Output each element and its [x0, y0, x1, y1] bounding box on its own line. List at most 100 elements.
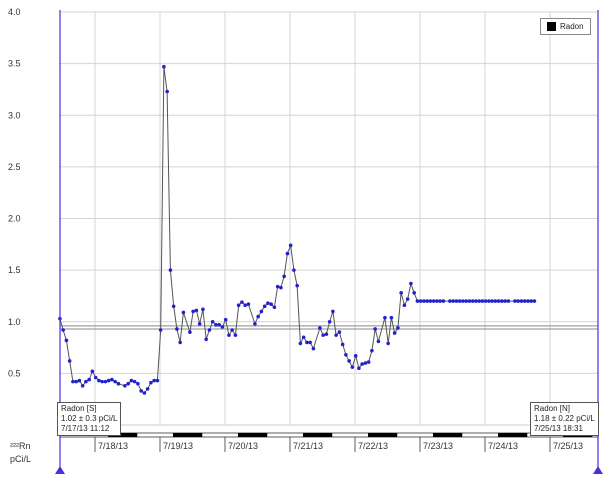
- x-axis-day-bar: [59, 432, 599, 438]
- radon-point: [350, 365, 355, 369]
- radon-point: [425, 299, 429, 303]
- radon-point: [383, 315, 387, 320]
- radon-point: [366, 360, 371, 364]
- legend-label: Radon: [560, 22, 584, 31]
- radon-point: [191, 309, 195, 314]
- radon-point: [506, 299, 511, 303]
- radon-point: [126, 381, 130, 386]
- radon-point: [80, 383, 85, 388]
- x-tick-label: 7/18/13: [98, 441, 128, 451]
- radon-point: [500, 299, 504, 303]
- radon-point: [175, 327, 179, 331]
- radon-point: [529, 299, 533, 303]
- radon-point: [149, 380, 153, 385]
- radon-point: [301, 335, 306, 340]
- readout-right-time: 7/25/13 18:31: [534, 424, 583, 433]
- radon-point: [139, 389, 143, 393]
- radon-point: [259, 309, 264, 314]
- legend-swatch: [547, 22, 556, 31]
- radon-point: [90, 369, 95, 374]
- radon-point: [110, 377, 114, 382]
- radon-point: [402, 303, 407, 308]
- radon-point: [399, 291, 403, 295]
- radon-point: [412, 291, 416, 295]
- radon-point: [422, 299, 426, 303]
- radon-point: [253, 322, 257, 326]
- radon-point: [269, 302, 273, 306]
- radon-point: [93, 375, 98, 380]
- radon-point: [113, 379, 117, 384]
- radon-point: [493, 299, 498, 303]
- radon-point: [61, 328, 65, 332]
- legend: Radon: [540, 18, 591, 35]
- radon-point: [145, 387, 150, 391]
- radon-point: [230, 328, 234, 332]
- radon-point: [331, 309, 335, 314]
- radon-point: [217, 323, 221, 327]
- radon-point: [396, 326, 400, 330]
- x-tick-label: 7/22/13: [358, 441, 388, 451]
- radon-point: [243, 303, 247, 308]
- radon-point: [461, 299, 465, 303]
- radon-point: [490, 299, 494, 303]
- radon-point: [386, 341, 390, 346]
- y-tick-label: 2.5: [8, 162, 21, 172]
- radon-point: [418, 299, 423, 303]
- radon-point: [503, 299, 507, 303]
- radon-point: [220, 325, 225, 329]
- radon-point: [477, 299, 481, 303]
- radon-point: [194, 308, 199, 313]
- radon-point: [77, 378, 82, 383]
- radon-point: [470, 299, 475, 303]
- radon-point: [246, 302, 251, 306]
- y-tick-label: 3.5: [8, 59, 21, 69]
- radon-point: [158, 328, 163, 332]
- radon-point: [334, 333, 338, 337]
- radon-point: [324, 332, 329, 336]
- radon-point: [487, 299, 491, 303]
- radon-point: [272, 305, 277, 310]
- radon-point: [279, 285, 283, 290]
- y-tick-label: 1.0: [8, 317, 21, 327]
- radon-point: [513, 299, 517, 303]
- radon-point: [318, 326, 322, 330]
- radon-point: [454, 299, 459, 303]
- readout-right-value: 1.18 ± 0.22 pCi/L: [534, 414, 595, 423]
- radon-point: [292, 268, 296, 272]
- radon-point: [337, 330, 342, 334]
- radon-point: [467, 299, 472, 303]
- x-tick-label: 7/20/13: [228, 441, 258, 451]
- radon-point: [457, 299, 462, 303]
- readout-left-value: 1.02 ± 0.3 pCi/L: [61, 414, 118, 423]
- radon-point: [214, 323, 218, 327]
- radon-point: [376, 339, 381, 344]
- day-bar-segment: [173, 433, 203, 437]
- cursor-handle-left[interactable]: [55, 466, 65, 474]
- radon-point: [295, 283, 299, 288]
- radon-point: [344, 352, 348, 357]
- radon-point: [321, 333, 325, 337]
- radon-point: [327, 319, 332, 324]
- radon-point: [103, 379, 108, 384]
- radon-point: [201, 307, 205, 312]
- radon-point: [171, 304, 176, 309]
- radon-point: [64, 338, 69, 343]
- radon-point: [178, 340, 182, 345]
- radon-point: [392, 331, 397, 335]
- day-bar-segment: [368, 433, 398, 437]
- radon-point: [155, 378, 160, 383]
- cursor-handle-right[interactable]: [593, 466, 603, 474]
- radon-point: [165, 89, 169, 94]
- y-tick-label: 0.5: [8, 368, 21, 378]
- radon-point: [451, 299, 455, 303]
- radon-point: [168, 268, 173, 272]
- radon-point: [288, 243, 293, 248]
- radon-point: [496, 299, 501, 303]
- x-tick-label: 7/21/13: [293, 441, 323, 451]
- radon-point: [311, 346, 316, 351]
- radon-point: [448, 299, 452, 303]
- radon-point: [162, 64, 166, 69]
- radon-point: [360, 362, 364, 366]
- radon-point: [532, 299, 537, 303]
- radon-point: [275, 284, 280, 289]
